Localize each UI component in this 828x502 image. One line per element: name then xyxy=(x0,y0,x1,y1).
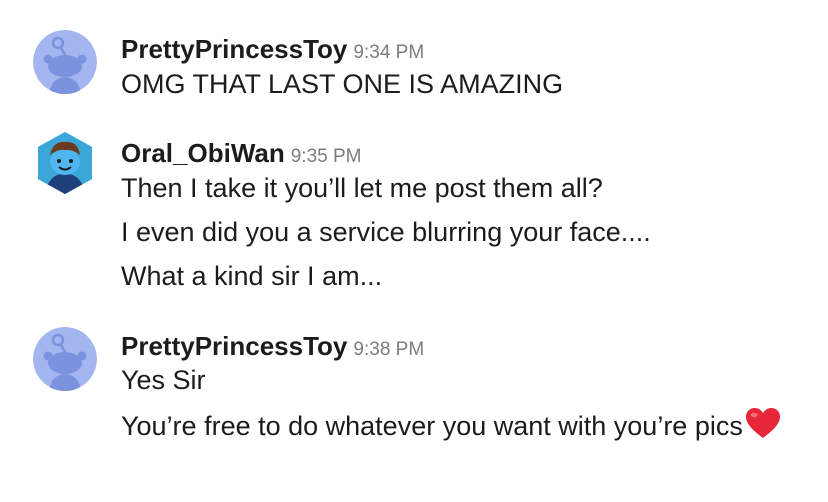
snoo-default-avatar-icon[interactable] xyxy=(33,327,97,391)
message-text-content: You’re free to do whatever you want with… xyxy=(121,411,743,441)
message-header: PrettyPrincessToy 9:38 PM xyxy=(121,331,424,362)
username[interactable]: PrettyPrincessToy xyxy=(121,331,347,361)
heart-emoji-icon xyxy=(745,408,780,438)
message-group: PrettyPrincessToy 9:38 PM Yes Sir You’re … xyxy=(0,0,828,502)
message-text: Yes Sir xyxy=(121,365,206,395)
message-text: You’re free to do whatever you want with… xyxy=(121,407,811,443)
timestamp: 9:38 PM xyxy=(353,339,425,360)
